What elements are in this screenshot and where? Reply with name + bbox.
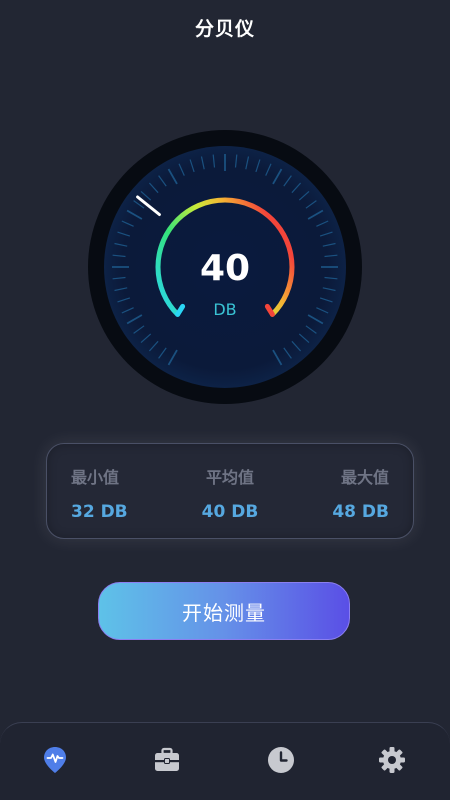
nav-item-settings[interactable] [377, 745, 407, 775]
stat-min-label: 最小值 [71, 468, 120, 487]
stat-max-label: 最大值 [340, 468, 389, 487]
bottom-nav [0, 722, 450, 800]
page-title: 分贝仪 [194, 18, 255, 40]
stat-min: 最小值 32 DB [71, 464, 181, 522]
stat-avg-value: 40 DB [201, 502, 259, 522]
stat-max-value: 48 DB [332, 502, 389, 522]
stat-avg-label: 平均值 [205, 468, 254, 487]
start-measure-button[interactable]: 开始测量 [98, 582, 350, 640]
decibel-gauge: 40 DB [88, 130, 362, 404]
decibel-meter-screen: 分贝仪 40 DB 最小值 32 DB 平均值 40 DB 最大值 48 DB … [0, 0, 450, 800]
stat-min-value: 32 DB [71, 502, 128, 522]
stat-max: 最大值 48 DB [279, 464, 389, 522]
stat-avg: 平均值 40 DB [175, 464, 285, 522]
gauge-unit: DB [213, 300, 237, 319]
nav-item-tools[interactable] [152, 745, 182, 775]
toolbox-icon [155, 747, 179, 771]
gauge-value: 40 [199, 248, 251, 289]
heartbeat-location-icon [44, 747, 66, 773]
gear-icon [379, 747, 405, 773]
nav-item-meter[interactable] [40, 745, 70, 775]
stats-card: 最小值 32 DB 平均值 40 DB 最大值 48 DB [46, 443, 414, 539]
nav-item-history[interactable] [266, 745, 296, 775]
clock-icon [268, 747, 294, 773]
